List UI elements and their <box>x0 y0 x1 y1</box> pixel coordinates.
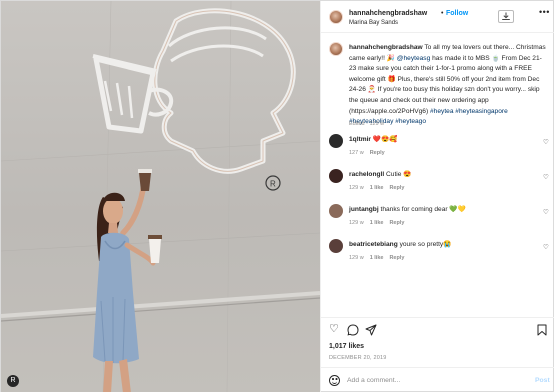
comment-username[interactable]: beatricetebiang <box>349 241 398 248</box>
comment-likes-count[interactable]: 1 like <box>370 220 384 226</box>
caption-avatar[interactable] <box>329 42 343 56</box>
comment-username[interactable]: rachelongll <box>349 171 384 178</box>
comment-likes-count[interactable]: 1 like <box>370 255 384 261</box>
comment-item: beatricetebiang youre so pretty😭 129 w 1 … <box>329 239 551 269</box>
comment-avatar[interactable] <box>329 169 343 183</box>
photo-illustration: R <box>1 1 320 392</box>
bookmark-icon[interactable] <box>537 324 547 336</box>
share-icon[interactable] <box>365 324 377 336</box>
post-sidebar: hannahchengbradshaw • Follow Marina Bay … <box>320 1 554 392</box>
comment-like-icon[interactable]: ♡ <box>543 208 549 216</box>
post-comment-button[interactable]: Post <box>535 377 550 384</box>
post-header: hannahchengbradshaw • Follow Marina Bay … <box>321 1 554 33</box>
post-actions: ♡ 1,017 likes DECEMBER 20, 2019 <box>321 317 554 367</box>
header-separator: • <box>441 10 444 17</box>
follow-button[interactable]: Follow <box>446 10 468 17</box>
likes-count[interactable]: 1,017 likes <box>329 343 364 350</box>
comment-time[interactable]: 129 w <box>349 255 364 261</box>
comment-item: rachelongll Cutie 😍 129 w 1 like Reply ♡ <box>329 169 551 199</box>
registered-mark: R <box>270 180 276 189</box>
photo-tag-glyph: R <box>10 377 16 384</box>
caption-text: hannahchengbradshaw To all my tea lovers… <box>349 43 549 128</box>
comment-time[interactable]: 129 w <box>349 185 364 191</box>
comment-avatar[interactable] <box>329 239 343 253</box>
add-comment-bar: Post <box>321 367 554 392</box>
caption-body-b: has made it to MBS 🍵 From Dec 21-23 make… <box>349 54 542 115</box>
comment-reply-button[interactable]: Reply <box>389 220 404 226</box>
comment-avatar[interactable] <box>329 134 343 148</box>
like-icon[interactable]: ♡ <box>329 324 339 335</box>
comment-text: beatricetebiang youre so pretty😭 <box>349 240 451 249</box>
comment-icon[interactable] <box>347 324 359 336</box>
comment-reply-button[interactable]: Reply <box>370 150 385 156</box>
comment-text: juntangbj thanks for coming dear 💚💛 <box>349 205 466 214</box>
comment-input[interactable] <box>347 373 527 388</box>
comment-time[interactable]: 127 w <box>349 150 364 156</box>
comment-item: 1qltmir ❤️😍🥰 127 w Reply ♡ <box>329 134 551 164</box>
comment-time[interactable]: 129 w <box>349 220 364 226</box>
download-icon <box>502 12 510 20</box>
caption-mention[interactable]: @heyteasg <box>397 55 430 62</box>
download-button[interactable] <box>498 10 514 23</box>
comment-meta: 129 w 1 like Reply <box>349 185 404 191</box>
caption-edited-time: Edited · 129 w <box>349 121 385 127</box>
instagram-post-window: R R hannahchengbradshaw • Follow Marina … <box>0 0 554 392</box>
post-date: DECEMBER 20, 2019 <box>329 355 387 361</box>
author-username[interactable]: hannahchengbradshaw <box>349 10 427 17</box>
comment-username[interactable]: juntangbj <box>349 206 379 213</box>
comment-username[interactable]: 1qltmir <box>349 136 371 143</box>
comment-text: rachelongll Cutie 😍 <box>349 170 411 179</box>
post-photo[interactable]: R R <box>1 1 320 392</box>
comment-meta: 127 w Reply <box>349 150 385 156</box>
more-options-icon[interactable]: ••• <box>539 7 550 17</box>
comments-feed: hannahchengbradshaw To all my tea lovers… <box>321 34 554 317</box>
comment-body: youre so pretty😭 <box>399 241 452 248</box>
author-avatar[interactable] <box>329 10 343 24</box>
emoji-icon[interactable] <box>329 375 340 386</box>
photo-tag-icon[interactable]: R <box>7 375 19 387</box>
comment-like-icon[interactable]: ♡ <box>543 138 549 146</box>
comment-meta: 129 w 1 like Reply <box>349 220 404 226</box>
comment-reply-button[interactable]: Reply <box>389 185 404 191</box>
comment-reply-button[interactable]: Reply <box>389 255 404 261</box>
comment-meta: 129 w 1 like Reply <box>349 255 404 261</box>
comment-like-icon[interactable]: ♡ <box>543 173 549 181</box>
comment-text: 1qltmir ❤️😍🥰 <box>349 135 397 144</box>
comment-likes-count[interactable]: 1 like <box>370 185 384 191</box>
comment-item: juntangbj thanks for coming dear 💚💛 129 … <box>329 204 551 234</box>
post-location[interactable]: Marina Bay Sands <box>349 20 398 26</box>
caption-username[interactable]: hannahchengbradshaw <box>349 44 423 51</box>
comment-avatar[interactable] <box>329 204 343 218</box>
comment-body: Cutie 😍 <box>386 171 412 178</box>
comment-body: ❤️😍🥰 <box>372 136 398 143</box>
comment-like-icon[interactable]: ♡ <box>543 243 549 251</box>
comment-body: thanks for coming dear 💚💛 <box>380 206 466 213</box>
